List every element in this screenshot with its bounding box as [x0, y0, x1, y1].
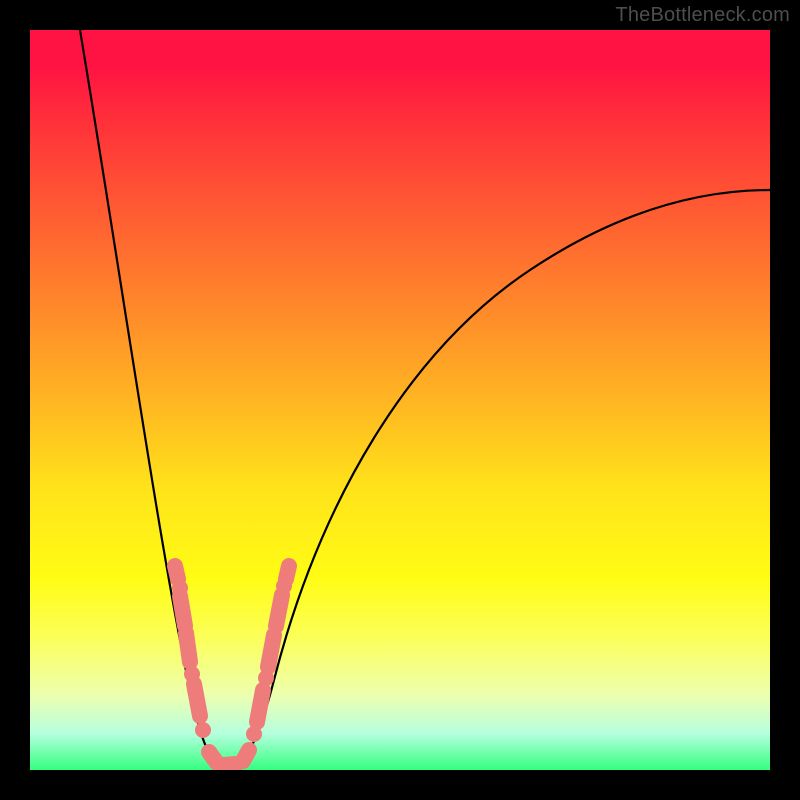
marker-seg [268, 635, 274, 667]
watermark-text: TheBottleneck.com [615, 4, 790, 27]
marker-seg [175, 566, 178, 579]
bottleneck-curve-svg [30, 30, 770, 770]
marker-seg [186, 633, 190, 662]
marker-seg [276, 595, 282, 626]
plot-area [30, 30, 770, 770]
marker-group [172, 566, 292, 765]
marker-seg [194, 684, 200, 716]
marker-dot [195, 722, 211, 738]
marker-seg [257, 690, 263, 722]
marker-seg [209, 752, 217, 763]
marker-seg [224, 764, 236, 765]
marker-seg [243, 750, 249, 761]
marker-seg [180, 596, 185, 626]
marker-seg [286, 566, 289, 579]
